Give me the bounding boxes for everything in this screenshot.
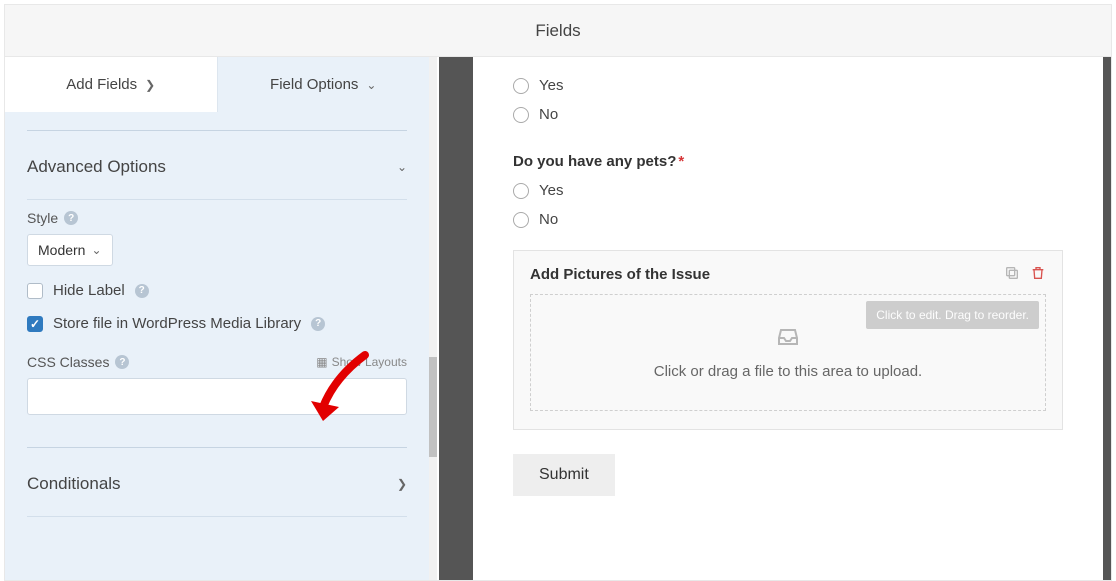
sidebar: Add Fields ❯ Field Options ⌄ Advanced Op… xyxy=(5,57,429,580)
radio-label: No xyxy=(539,106,558,123)
required-asterisk: * xyxy=(678,153,684,170)
chevron-down-icon: ⌄ xyxy=(91,243,101,257)
section-title: Advanced Options xyxy=(27,157,166,177)
tab-label: Add Fields xyxy=(66,76,137,93)
tab-field-options[interactable]: Field Options ⌄ xyxy=(218,57,430,112)
upload-field[interactable]: Add Pictures of the Issue Click to edit.… xyxy=(513,250,1063,430)
tab-add-fields[interactable]: Add Fields ❯ xyxy=(5,57,218,112)
hide-label-checkbox[interactable] xyxy=(27,283,43,299)
store-media-checkbox[interactable] xyxy=(27,316,43,332)
help-icon[interactable]: ? xyxy=(311,317,325,331)
form-preview: Yes No Do you have any pets?* Yes No xyxy=(439,57,1111,580)
radio-option[interactable]: No xyxy=(513,106,1063,123)
store-media-label: Store file in WordPress Media Library xyxy=(53,315,301,332)
show-layouts-label: Show Layouts xyxy=(332,355,407,369)
field-label: Do you have any pets?* xyxy=(513,153,1063,170)
radio-label: Yes xyxy=(539,182,563,199)
radio-icon xyxy=(513,183,529,199)
chevron-down-icon: ⌄ xyxy=(397,160,407,174)
radio-icon xyxy=(513,212,529,228)
radio-label: Yes xyxy=(539,77,563,94)
submit-button[interactable]: Submit xyxy=(513,454,615,496)
style-select-value: Modern xyxy=(38,242,85,258)
css-classes-input[interactable] xyxy=(27,378,407,415)
radio-icon xyxy=(513,78,529,94)
hide-label-label: Hide Label xyxy=(53,282,125,299)
grid-icon: ▦ xyxy=(316,355,327,369)
tab-label: Field Options xyxy=(270,76,358,93)
topbar: Fields xyxy=(5,5,1111,57)
edit-hint: Click to edit. Drag to reorder. xyxy=(866,301,1039,329)
scrollbar-thumb[interactable] xyxy=(429,357,437,457)
tabs: Add Fields ❯ Field Options ⌄ xyxy=(5,57,429,112)
upload-title: Add Pictures of the Issue xyxy=(530,266,710,283)
radio-label: No xyxy=(539,211,558,228)
help-icon[interactable]: ? xyxy=(115,355,129,369)
radio-option[interactable]: Yes xyxy=(513,182,1063,199)
help-icon[interactable]: ? xyxy=(135,284,149,298)
style-select[interactable]: Modern ⌄ xyxy=(27,234,113,266)
chevron-right-icon: ❯ xyxy=(397,477,407,491)
field-label-text: Do you have any pets? xyxy=(513,153,676,170)
radio-option[interactable]: Yes xyxy=(513,77,1063,94)
help-icon[interactable]: ? xyxy=(64,211,78,225)
trash-icon[interactable] xyxy=(1030,265,1046,284)
inbox-icon xyxy=(774,325,802,349)
chevron-down-icon: ⌄ xyxy=(366,78,376,92)
style-label: Style xyxy=(27,210,58,226)
radio-icon xyxy=(513,107,529,123)
upload-dropzone[interactable]: Click to edit. Drag to reorder. Click or… xyxy=(530,294,1046,411)
section-title: Conditionals xyxy=(27,474,121,494)
css-classes-label: CSS Classes xyxy=(27,354,109,370)
submit-label: Submit xyxy=(539,466,589,483)
chevron-right-icon: ❯ xyxy=(145,78,155,92)
dropzone-text: Click or drag a file to this area to upl… xyxy=(541,363,1035,380)
section-advanced-options[interactable]: Advanced Options ⌄ xyxy=(27,149,407,185)
section-conditionals[interactable]: Conditionals ❯ xyxy=(27,466,407,502)
show-layouts-link[interactable]: ▦ Show Layouts xyxy=(316,355,407,369)
duplicate-icon[interactable] xyxy=(1004,265,1020,284)
radio-option[interactable]: No xyxy=(513,211,1063,228)
page-title: Fields xyxy=(535,21,580,41)
scrollbar-track xyxy=(429,57,437,580)
